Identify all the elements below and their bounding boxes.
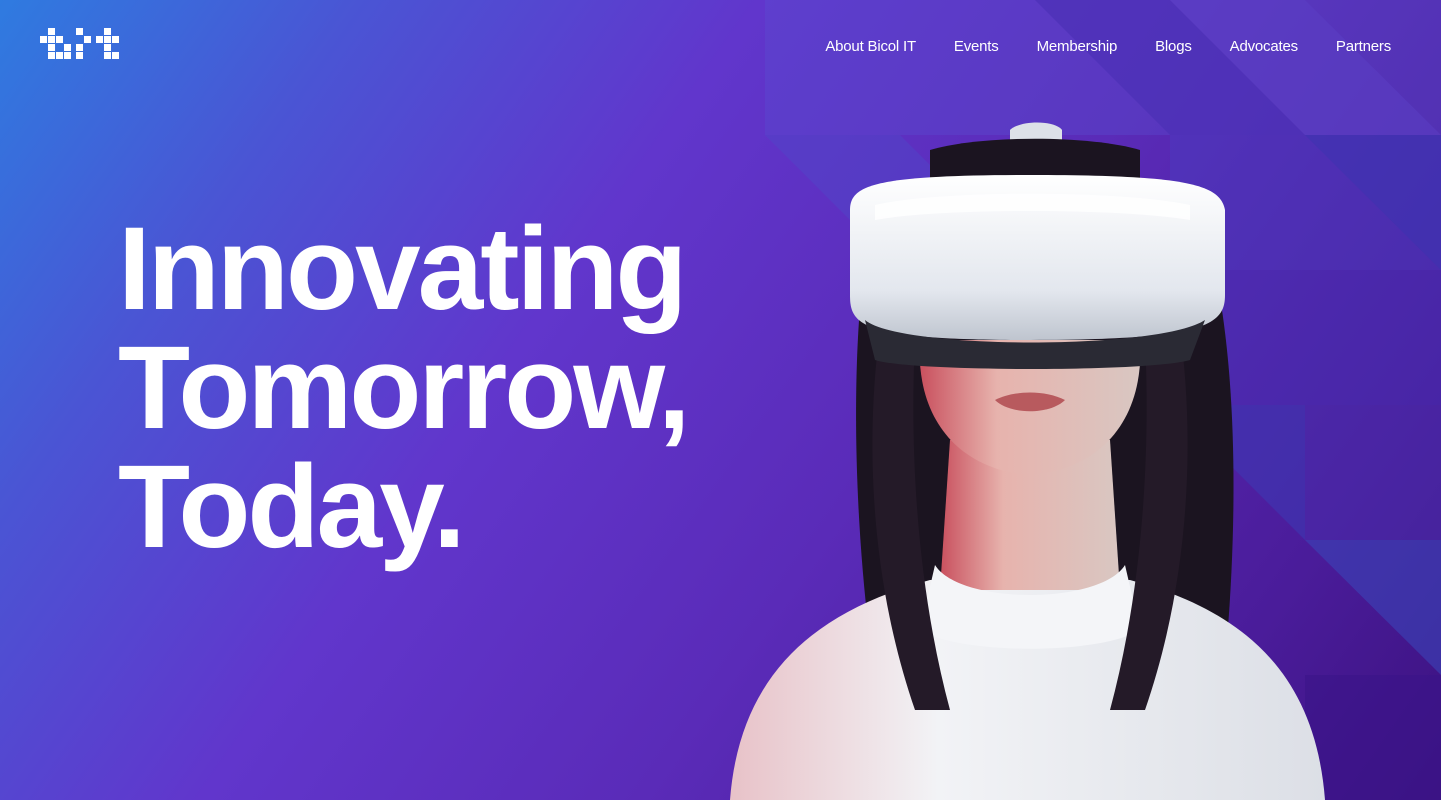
vr-headset-woman-image (730, 122, 1325, 800)
nav-item-blogs[interactable]: Blogs (1155, 38, 1192, 55)
headline-line-1: Innovating (118, 203, 688, 335)
bit-logo-icon[interactable] (40, 24, 122, 66)
headline-line-2: Tomorrow, (118, 322, 691, 454)
headline-line-3: Today. (118, 441, 466, 573)
nav-item-membership[interactable]: Membership (1037, 38, 1118, 55)
hero-headline: Innovating Tomorrow, Today. (118, 203, 691, 573)
hero-section: About Bicol IT Events Membership Blogs A… (0, 0, 1441, 800)
nav-item-partners[interactable]: Partners (1336, 38, 1391, 55)
nav-item-advocates[interactable]: Advocates (1230, 38, 1298, 55)
nav-item-about[interactable]: About Bicol IT (825, 38, 916, 55)
nav-item-events[interactable]: Events (954, 38, 999, 55)
main-nav: About Bicol IT Events Membership Blogs A… (825, 38, 1391, 55)
